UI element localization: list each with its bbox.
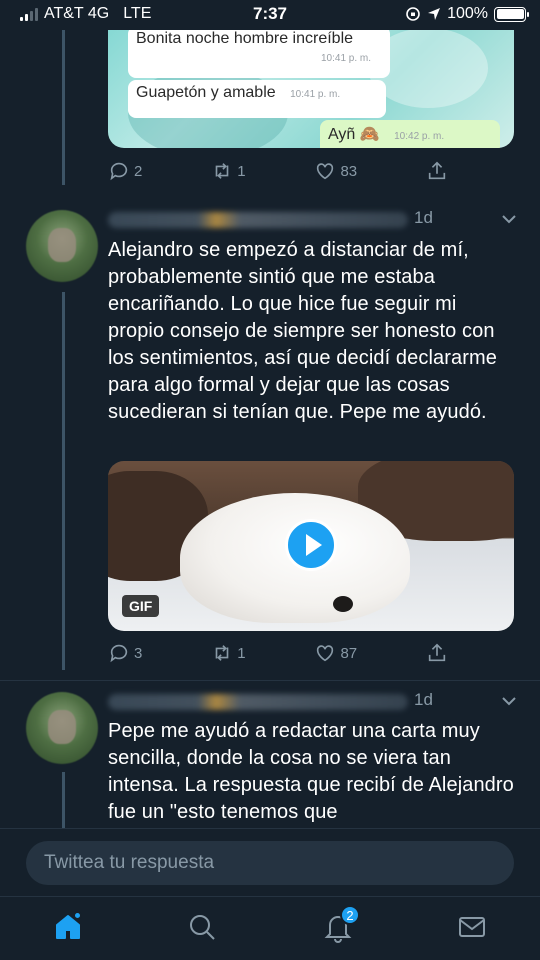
thread-line xyxy=(62,30,65,185)
tweet-time: 1d xyxy=(414,690,433,709)
like-button[interactable]: 87 xyxy=(314,642,357,664)
share-button[interactable] xyxy=(426,642,448,664)
tab-notifications[interactable]: 2 xyxy=(322,905,360,943)
reply-button[interactable]: 3 xyxy=(108,642,142,664)
reply-icon xyxy=(110,162,128,181)
new-content-dot xyxy=(73,911,82,920)
thread-line xyxy=(62,772,65,832)
battery-percent: 100% xyxy=(447,5,488,22)
heart-icon xyxy=(317,645,334,662)
more-options-button[interactable] xyxy=(500,210,518,228)
share-button[interactable] xyxy=(426,160,448,182)
mail-icon xyxy=(459,917,485,937)
retweet-icon xyxy=(215,645,229,661)
chat-bubble: Ayñ 🙈 10:42 p. m. xyxy=(320,120,500,148)
share-icon xyxy=(428,643,446,662)
chat-bubble: Bonita noche hombre increíble 10:41 p. m… xyxy=(128,26,390,78)
heart-icon xyxy=(317,163,334,180)
thread-line xyxy=(62,292,65,670)
tab-bar: 2 xyxy=(0,896,540,960)
status-bar: AT&T 4G LTE 7:37 100% xyxy=(0,0,540,30)
tweet-time: 1d xyxy=(414,208,433,227)
tweet-header: 1d xyxy=(108,690,518,714)
tweet-header: 1d xyxy=(108,208,518,232)
reply-icon xyxy=(110,644,128,663)
lock-rotation-icon xyxy=(406,7,420,21)
search-icon xyxy=(190,915,215,940)
notification-count: 2 xyxy=(340,905,360,925)
tweet-actions: 3 1 87 xyxy=(108,642,448,664)
reply-bar: Twittea tu respuesta xyxy=(0,828,540,896)
avatar[interactable] xyxy=(26,692,98,764)
like-button[interactable]: 83 xyxy=(314,160,357,182)
tab-messages[interactable] xyxy=(456,911,488,943)
location-icon xyxy=(428,8,441,20)
play-button[interactable] xyxy=(285,519,337,571)
reply-input[interactable]: Twittea tu respuesta xyxy=(26,841,514,885)
tweet-text: Pepe me ayudó a redactar una carta muy s… xyxy=(108,720,514,823)
chat-bubble: Guapetón y amable 10:41 p. m. xyxy=(128,80,386,118)
tweet-gif[interactable]: GIF xyxy=(108,461,514,631)
retweet-icon xyxy=(215,163,229,179)
divider xyxy=(0,680,540,681)
retweet-button[interactable]: 1 xyxy=(211,160,246,182)
battery-icon xyxy=(494,6,529,22)
author-name-blurred[interactable] xyxy=(108,694,408,710)
author-name-blurred[interactable] xyxy=(108,212,408,228)
tweet-actions: 2 1 83 xyxy=(108,160,448,182)
tab-search[interactable] xyxy=(186,911,218,943)
avatar[interactable] xyxy=(26,210,98,282)
retweet-button[interactable]: 1 xyxy=(211,642,246,664)
share-icon xyxy=(428,161,446,180)
tab-home[interactable] xyxy=(52,911,84,943)
more-options-button[interactable] xyxy=(500,692,518,710)
chevron-down-icon xyxy=(502,215,516,224)
chevron-down-icon xyxy=(502,697,516,706)
monkey-emoji-icon: 🙈 xyxy=(359,126,380,143)
reply-button[interactable]: 2 xyxy=(108,160,142,182)
gif-badge: GIF xyxy=(122,595,160,617)
tweet-text: Alejandro se empezó a distanciar de mí, … xyxy=(108,239,497,423)
